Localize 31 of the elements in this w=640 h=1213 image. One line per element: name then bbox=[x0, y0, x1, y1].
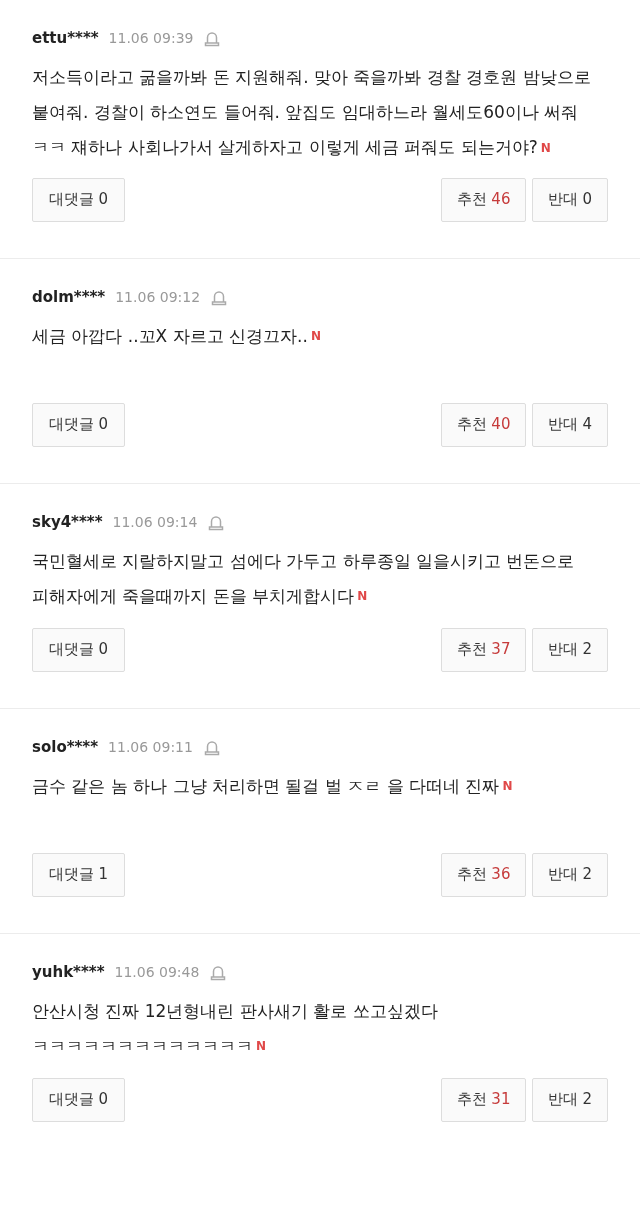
reply-button[interactable]: 대댓글 0 bbox=[32, 402, 125, 447]
like-button[interactable]: 추천 40 bbox=[441, 402, 526, 447]
comment-text: 안산시청 진짜 12년형내린 판사새기 활로 쏘고싶겠다 ㅋㅋㅋㅋㅋㅋㅋㅋㅋㅋㅋㅋㅋ N bbox=[32, 999, 439, 1058]
username: dolm**** bbox=[32, 287, 106, 306]
comment-text: 세금 아깝다 ..꼬X 자르고 신경끄자.. N bbox=[32, 324, 322, 348]
like-button[interactable]: 추천 36 bbox=[441, 852, 526, 897]
reply-button[interactable]: 대댓글 0 bbox=[32, 177, 125, 222]
dislike-button[interactable]: 반대 2 bbox=[532, 852, 608, 897]
username: sky4**** bbox=[32, 512, 103, 531]
comment-text: 저소득이라고 굶을까봐 돈 지원해줘. 맞아 죽을까봐 경찰 경호원 밤낮으로 붙여줘. 경찰이 하소연도 들어줘. 앞집도 임대하느라 월세도60이나 써줘 ㅋㅋ 쟤하나 사회나가서 살게하자고 이렇게 세금 퍼줘도 되는거야? N bbox=[32, 66, 592, 159]
timestamp: 11.06 09:39 bbox=[108, 30, 194, 46]
reply-button[interactable]: 대댓글 0 bbox=[32, 1077, 125, 1122]
reply-button[interactable]: 대댓글 1 bbox=[32, 852, 125, 897]
dislike-button[interactable]: 반대 2 bbox=[532, 1077, 608, 1122]
dislike-button[interactable]: 반대 0 bbox=[532, 177, 608, 222]
timestamp: 11.06 09:11 bbox=[108, 738, 193, 755]
reply-button[interactable]: 대댓글 0 bbox=[32, 627, 125, 672]
username: ettu**** bbox=[32, 29, 99, 47]
dislike-button[interactable]: 반대 2 bbox=[532, 627, 608, 672]
like-button[interactable]: 추천 46 bbox=[441, 177, 526, 222]
username: solo**** bbox=[32, 737, 99, 756]
timestamp: 11.06 09:48 bbox=[114, 963, 200, 980]
username: yuhk**** bbox=[32, 962, 105, 981]
like-button[interactable]: 추천 31 bbox=[441, 1077, 526, 1122]
timestamp: 11.06 09:12 bbox=[115, 288, 201, 305]
comment-text: 금수 같은 놈 하나 그냥 처리하면 될걸 벌 ㅈㄹ 을 다떠네 진짜 N bbox=[32, 774, 514, 798]
dislike-button[interactable]: 반대 4 bbox=[532, 402, 608, 447]
like-button[interactable]: 추천 37 bbox=[441, 627, 526, 672]
timestamp: 11.06 09:14 bbox=[112, 513, 198, 530]
siren-icon[interactable] bbox=[203, 29, 222, 47]
comment-text: 국민혈세로 지랄하지말고 섬에다 가두고 하루종일 일을시키고 번돈으로 피해자에게 죽을때까지 돈을 부치게합시다 N bbox=[32, 549, 576, 608]
